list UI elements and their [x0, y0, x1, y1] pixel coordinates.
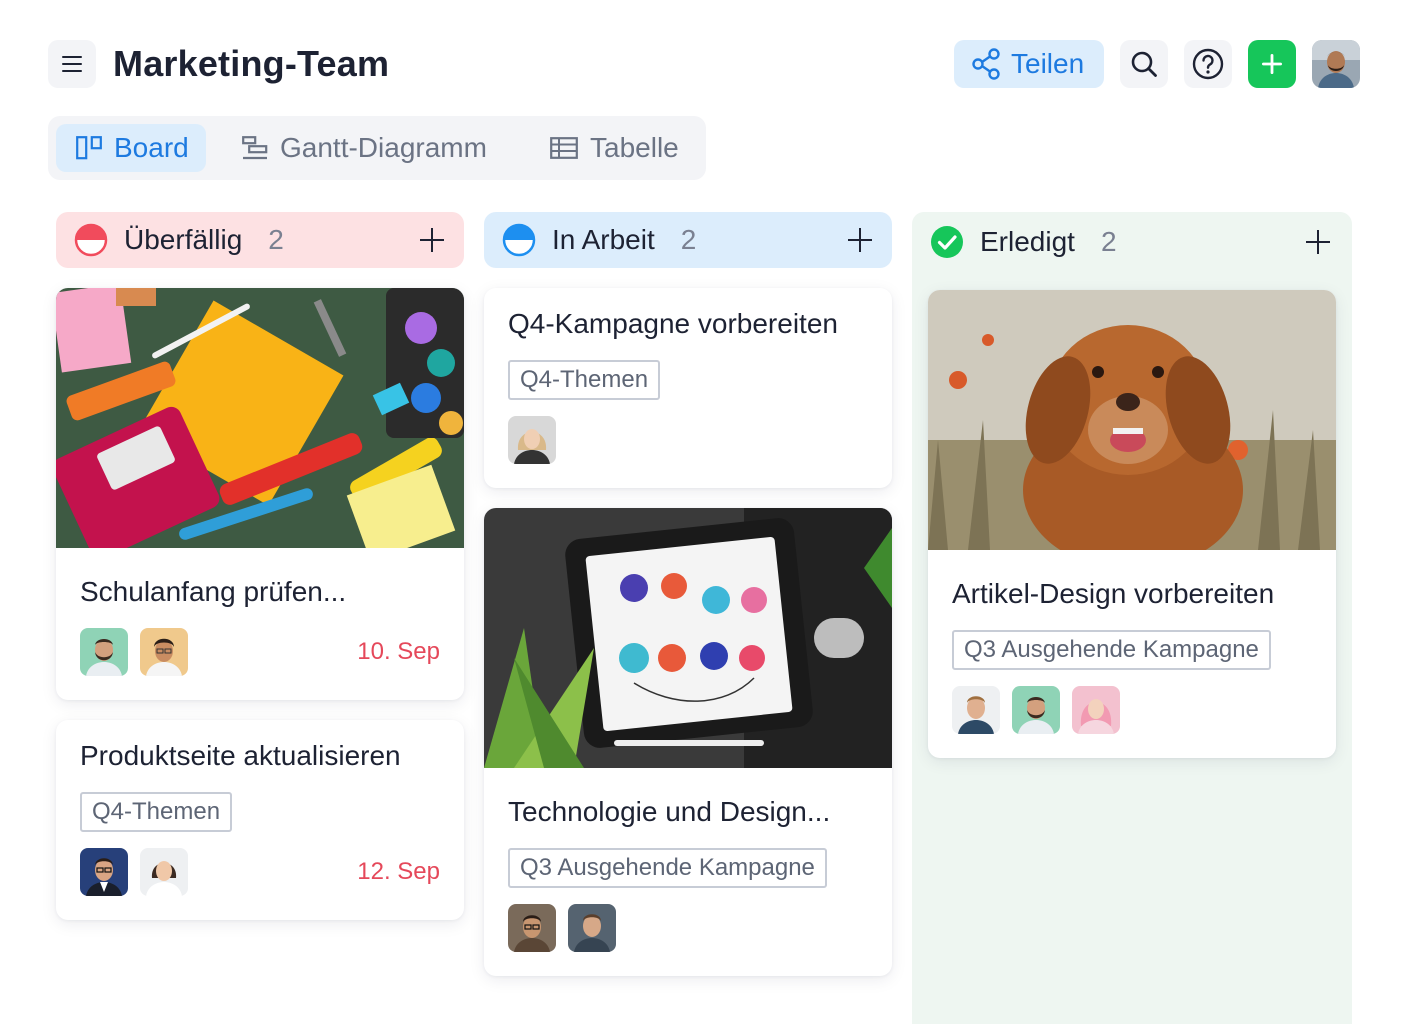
- column-header-overdue: Überfällig 2: [56, 212, 464, 268]
- column-title-done: Erledigt: [980, 226, 1075, 257]
- task-card[interactable]: Artikel-Design vorbereiten Q3 Ausgehende…: [928, 290, 1336, 758]
- plus-icon: [420, 228, 444, 252]
- task-card[interactable]: Schulanfang prüfen... 10. Sep: [56, 288, 464, 700]
- tab-board-label: Board: [114, 132, 189, 163]
- user-avatar[interactable]: [1312, 40, 1360, 88]
- avatar: [140, 628, 188, 676]
- share-icon: [972, 48, 1000, 80]
- plus-icon: [1306, 230, 1330, 254]
- avatar: [140, 848, 188, 896]
- plus-icon: [848, 228, 872, 252]
- avatar: [568, 904, 616, 952]
- done-check-icon: [931, 226, 963, 258]
- column-header-in-progress: In Arbeit 2: [484, 212, 892, 268]
- tag[interactable]: Q4-Themen: [80, 792, 233, 832]
- avatar: [80, 848, 128, 896]
- share-label: Teilen: [1011, 48, 1085, 79]
- avatar: [1072, 686, 1120, 734]
- card-title: Q4-Kampagne vorbereiten: [508, 308, 838, 339]
- column-title-in-progress: In Arbeit: [552, 224, 655, 255]
- task-card[interactable]: Q4-Kampagne vorbereiten Q4-Themen: [484, 288, 892, 488]
- page-title: Marketing-Team: [113, 43, 390, 84]
- card-title: Technologie und Design...: [508, 796, 831, 827]
- plus-icon: [1262, 54, 1282, 74]
- menu-button[interactable]: [48, 40, 96, 88]
- table-icon: [550, 137, 578, 159]
- add-button[interactable]: [1248, 40, 1296, 88]
- search-icon: [1131, 51, 1157, 77]
- card-title: Artikel-Design vorbereiten: [952, 578, 1275, 609]
- help-button[interactable]: [1184, 40, 1232, 88]
- card-title: Produktseite aktualisieren: [80, 740, 401, 771]
- in-progress-status-icon: [502, 223, 536, 257]
- card-title: Schulanfang prüfen...: [80, 576, 347, 607]
- task-card[interactable]: Produktseite aktualisieren Q4-Themen 12.…: [56, 720, 464, 920]
- tablet-sketch-photo: [484, 508, 892, 768]
- school-supplies-photo: [56, 288, 464, 548]
- tab-table[interactable]: Tabelle: [540, 124, 679, 172]
- view-tabs: Board Gantt-Diagramm Tabelle: [48, 116, 706, 180]
- add-card-button-done[interactable]: [1304, 228, 1332, 256]
- help-icon: [1192, 48, 1224, 80]
- column-header-done: Erledigt 2: [912, 214, 1352, 270]
- tab-board[interactable]: Board: [56, 124, 206, 172]
- column-count-overdue: 2: [268, 224, 284, 255]
- column-title-overdue: Überfällig: [124, 224, 243, 255]
- due-date: 12. Sep: [357, 858, 440, 885]
- avatar: [508, 416, 556, 464]
- dog-photo: [928, 290, 1336, 550]
- avatar: [80, 628, 128, 676]
- menu-icon: [62, 56, 82, 72]
- share-button[interactable]: Teilen: [954, 40, 1104, 88]
- tab-gantt[interactable]: Gantt-Diagramm: [232, 124, 487, 172]
- column-count-in-progress: 2: [680, 224, 697, 255]
- avatar: [1012, 686, 1060, 734]
- tag[interactable]: Q4-Themen: [508, 360, 661, 400]
- gantt-icon: [242, 136, 268, 160]
- search-button[interactable]: [1120, 40, 1168, 88]
- avatar: [952, 686, 1000, 734]
- tag[interactable]: Q3 Ausgehende Kampagne: [952, 630, 1271, 670]
- add-card-button-overdue[interactable]: [418, 226, 446, 254]
- tab-table-label: Tabelle: [590, 132, 679, 163]
- overdue-status-icon: [74, 223, 108, 257]
- tab-gantt-label: Gantt-Diagramm: [280, 132, 487, 163]
- avatar: [508, 904, 556, 952]
- column-count-done: 2: [1100, 226, 1117, 257]
- add-card-button-in-progress[interactable]: [846, 226, 874, 254]
- tag[interactable]: Q3 Ausgehende Kampagne: [508, 848, 827, 888]
- due-date: 10. Sep: [357, 638, 440, 665]
- board-icon: [76, 136, 102, 160]
- task-card[interactable]: Technologie und Design... Q3 Ausgehende …: [484, 508, 892, 976]
